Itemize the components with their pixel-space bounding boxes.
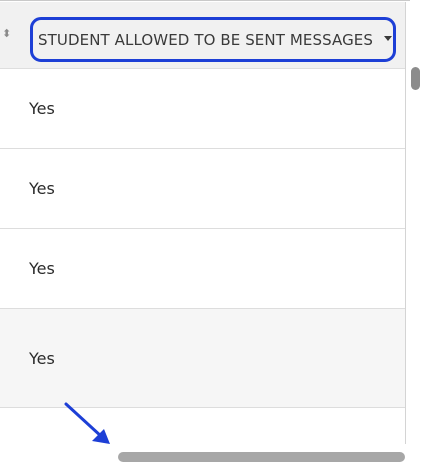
- table-row[interactable]: Yes: [0, 69, 405, 149]
- cell-value: Yes: [29, 348, 55, 368]
- cell-value: Yes: [29, 259, 55, 278]
- table-header: ⬍ STUDENT ALLOWED TO BE SENT MESSAGES: [0, 2, 405, 69]
- vertical-scrollbar-thumb[interactable]: [411, 67, 420, 90]
- column-header-student-allowed-messages[interactable]: STUDENT ALLOWED TO BE SENT MESSAGES: [30, 17, 396, 62]
- table-row[interactable]: Yes: [0, 229, 405, 309]
- top-divider: [0, 0, 410, 1]
- cell-value: Yes: [29, 99, 55, 118]
- dropdown-caret-icon[interactable]: [384, 36, 392, 41]
- table-row[interactable]: Yes: [0, 309, 405, 408]
- table-right-border: [405, 2, 406, 444]
- horizontal-scrollbar-thumb[interactable]: [118, 452, 405, 462]
- table-row[interactable]: Yes: [0, 149, 405, 229]
- annotation-arrow-icon: [64, 402, 110, 444]
- sort-icon[interactable]: ⬍: [2, 28, 11, 40]
- vertical-scrollbar[interactable]: [407, 62, 426, 447]
- table-body: Yes Yes Yes Yes: [0, 69, 405, 408]
- cell-value: Yes: [29, 179, 55, 198]
- column-header-label: STUDENT ALLOWED TO BE SENT MESSAGES: [38, 30, 374, 49]
